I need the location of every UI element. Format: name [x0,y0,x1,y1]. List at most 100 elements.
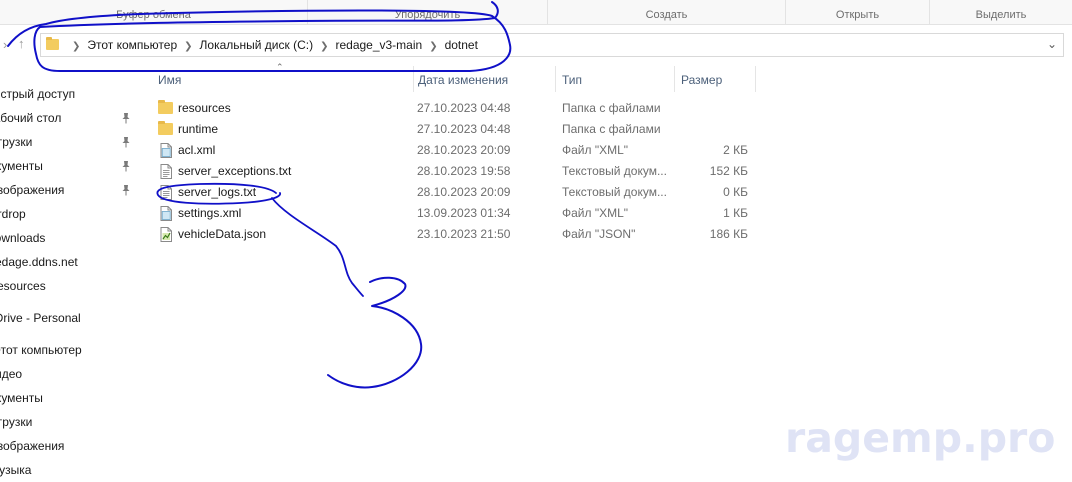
file-size: 0 КБ [723,185,748,199]
sidebar-item-label: OneDrive - Personal [0,308,118,328]
chevron-right-icon[interactable]: ❯ [184,36,192,58]
chevron-right-icon[interactable]: ❯ [429,36,437,58]
pin-icon[interactable] [121,160,131,172]
sidebar-item-text: Downloads [0,231,46,245]
xml-file-icon [159,143,173,158]
ribbon: Буфер обмена Упорядочить Создать Открыть… [0,0,1072,25]
sidebar-item[interactable]: Документы [0,388,140,408]
sidebar-item[interactable]: resources [0,276,140,296]
sidebar-item-text: OneDrive - Personal [0,311,81,325]
chevron-right-icon[interactable]: ❯ [72,36,80,58]
sidebar-item-label: Изображения [0,180,118,200]
sidebar-item-text: Этот компьютер [0,343,82,357]
watermark: ragemp.pro [785,414,1056,462]
number-three-drawing [327,276,423,389]
sidebar-item-label: Документы [0,388,118,408]
column-divider[interactable] [555,66,556,92]
sidebar-item-label: Быстрый доступ [0,84,118,104]
sidebar-item-label: Загрузки [0,132,118,152]
table-row[interactable]: acl.xml 28.10.2023 20:09 Файл "XML" 2 КБ [154,140,754,161]
pin-icon[interactable] [121,112,131,124]
table-row[interactable]: runtime 27.10.2023 04:48 Папка с файлами [154,119,754,140]
folder-icon [158,100,173,114]
sidebar-item[interactable]: Быстрый доступ [0,84,140,104]
sidebar-item-text: Документы [0,391,43,405]
arrow-up-icon[interactable]: ↑ [18,36,25,51]
sidebar-item-label: Рабочий стол [0,108,118,128]
sidebar-item[interactable]: Airdrop [0,204,140,224]
sidebar-item[interactable]: OneDrive - Personal [0,308,140,328]
sidebar-item[interactable]: Изображения [0,180,140,200]
sidebar-item-text: redage.ddns.net [0,255,78,269]
table-row[interactable]: server_exceptions.txt 28.10.2023 19:58 Тек… [154,161,754,182]
sidebar-item-label: Видео [0,364,118,384]
sidebar-item-label: Музыка [0,460,118,480]
folder-icon [46,37,59,50]
sidebar-item[interactable]: Загрузки [0,412,140,432]
sidebar-item-text: Видео [0,367,23,381]
file-size: 1 КБ [723,206,748,220]
sidebar-item-label: Downloads [0,228,118,248]
sidebar-item-text: Документы [0,159,43,173]
table-row[interactable]: settings.xml 13.09.2023 01:34 Файл "XML" 1 … [154,203,754,224]
sidebar-item-text: Загрузки [0,415,33,429]
ribbon-group-select: Выделить [975,9,1027,21]
breadcrumb-item-this-pc[interactable]: Этот компьютер [87,38,177,52]
chevron-down-icon[interactable]: ⌄ [1047,37,1057,51]
file-type: Папка с файлами [562,101,661,115]
ribbon-group-clipboard: Буфер обмена [0,0,308,24]
breadcrumb-item-dotnet[interactable]: dotnet [445,38,478,52]
breadcrumb-item-redage[interactable]: redage_v3-main [335,38,422,52]
json-file-icon [159,227,173,242]
file-type: Файл "XML" [562,206,629,220]
sidebar-item[interactable]: Этот компьютер [0,340,140,360]
file-date-modified: 13.09.2023 01:34 [417,206,511,220]
table-row[interactable]: resources 27.10.2023 04:48 Папка с файлами [154,98,754,119]
text-file-icon [159,185,173,200]
sidebar-item[interactable]: redage.ddns.net [0,252,140,272]
sidebar-item-text: Рабочий стол [0,111,62,125]
ribbon-group-new: Создать [548,0,786,24]
file-size: 186 КБ [709,227,748,241]
sidebar-item[interactable]: Рабочий стол [0,108,140,128]
sidebar-item[interactable]: Документы [0,156,140,176]
table-row[interactable]: vehicleData.json 23.10.2023 21:50 Файл "JS… [154,224,754,245]
column-divider[interactable] [674,66,675,92]
file-date-modified: 28.10.2023 20:09 [417,185,511,199]
column-header-type[interactable]: Тип [558,70,674,92]
chevron-right-icon[interactable]: ❯ [320,36,328,58]
sidebar-item-text: resources [0,279,46,293]
column-header-size[interactable]: Размер [677,70,755,92]
sidebar-item-label: Загрузки [0,412,118,432]
file-type: Файл "JSON" [562,227,636,241]
file-date-modified: 27.10.2023 04:48 [417,101,511,115]
sidebar-item[interactable]: Музыка [0,460,140,480]
text-file-icon [159,164,173,179]
column-header-date[interactable]: Дата изменения [414,70,555,92]
pin-icon[interactable] [121,136,131,148]
close-icon[interactable]: › [3,37,7,52]
column-divider[interactable] [755,66,756,92]
table-row[interactable]: server_logs.txt 28.10.2023 20:09 Текстовый… [154,182,754,203]
file-type: Файл "XML" [562,143,629,157]
file-size: 152 КБ [709,164,748,178]
sidebar-item[interactable]: Загрузки [0,132,140,152]
sidebar-item-text: Airdrop [0,207,26,221]
sidebar-item[interactable]: Изображения [0,436,140,456]
sidebar-item[interactable]: Видео [0,364,140,384]
sidebar-item-text: Изображения [0,183,65,197]
address-bar[interactable]: ❯ Этот компьютер ❯ Локальный диск (C:) ❯ reda… [40,33,1064,57]
sidebar-item-text: Загрузки [0,135,33,149]
file-name: resources [178,101,231,115]
breadcrumb-item-local-disk[interactable]: Локальный диск (C:) [200,38,314,52]
ribbon-group-open: Открыть [786,0,930,24]
file-date-modified: 23.10.2023 21:50 [417,227,511,241]
sidebar-item-text: Музыка [0,463,32,477]
sidebar-item-label: redage.ddns.net [0,252,118,272]
file-explorer-window: Буфер обмена Упорядочить Создать Открыть… [0,0,1072,482]
pin-icon[interactable] [121,184,131,196]
sidebar-item[interactable]: Downloads [0,228,140,248]
file-name: settings.xml [178,206,242,220]
file-date-modified: 28.10.2023 19:58 [417,164,511,178]
column-header-name[interactable]: Имя [154,70,414,92]
